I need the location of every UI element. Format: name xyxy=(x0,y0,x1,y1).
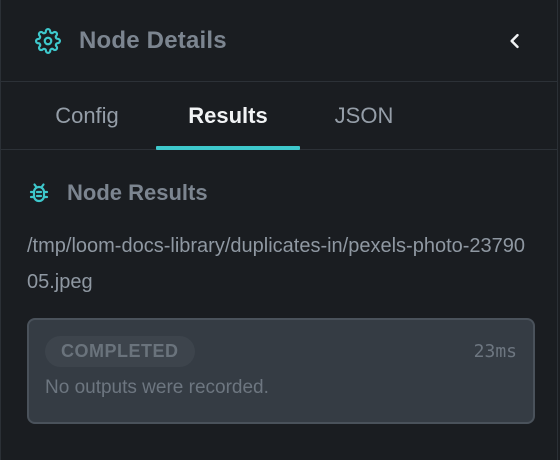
bug-icon xyxy=(27,180,53,206)
panel-header: Node Details xyxy=(1,0,557,82)
tab-bar: Config Results JSON xyxy=(1,82,557,150)
tab-config[interactable]: Config xyxy=(18,82,156,149)
status-badge: COMPLETED xyxy=(45,336,195,367)
tab-results[interactable]: Results xyxy=(156,82,300,150)
results-content: Node Results /tmp/loom-docs-library/dupl… xyxy=(1,150,557,424)
gear-icon xyxy=(35,27,61,54)
chevron-left-icon[interactable] xyxy=(503,29,527,53)
node-results-heading: Node Results xyxy=(27,178,531,208)
section-title: Node Results xyxy=(67,180,208,205)
empty-outputs-message: No outputs were recorded. xyxy=(45,377,269,398)
file-path: /tmp/loom-docs-library/duplicates-in/pex… xyxy=(27,235,526,293)
tab-json[interactable]: JSON xyxy=(300,82,428,149)
result-card: COMPLETED 23ms No outputs were recorded. xyxy=(27,318,535,424)
duration-value: 23ms xyxy=(473,341,517,362)
node-details-panel: Node Details Config Results JSON Node Re… xyxy=(0,0,558,460)
panel-title: Node Details xyxy=(79,26,227,54)
